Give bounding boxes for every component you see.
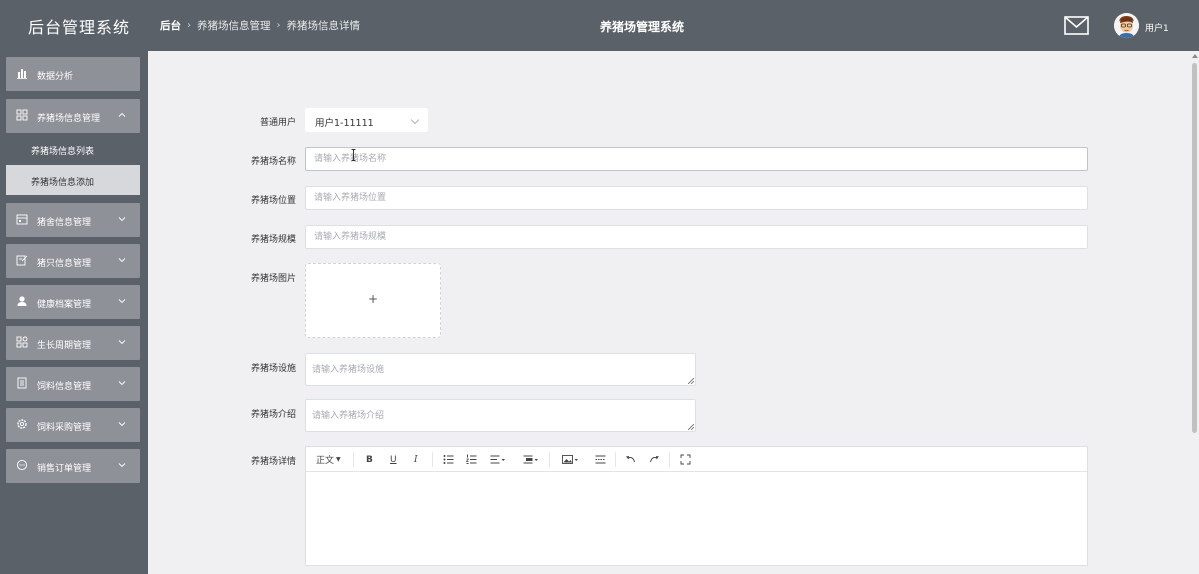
settings-icon	[17, 419, 27, 429]
farm-intro-textarea[interactable]	[305, 399, 696, 432]
toolbar-divider	[669, 452, 670, 467]
sidebar-item-data-analysis[interactable]: 数据分析	[6, 57, 140, 91]
scrollbar-thumb[interactable]	[1192, 63, 1197, 433]
chevron-down-icon	[118, 422, 126, 427]
undo-icon[interactable]	[625, 453, 636, 466]
edit-icon	[16, 255, 28, 266]
farm-details-label: 养猪场详情	[250, 457, 296, 467]
grid-icon	[16, 109, 28, 121]
align-dropdown-icon[interactable]	[490, 453, 506, 466]
sidebar-item-label: 数据分析	[37, 72, 74, 82]
plus-icon: +	[367, 292, 379, 306]
user-select[interactable]: 用户1-11111	[305, 108, 428, 132]
sidebar-item-label: 养猪场信息管理	[37, 114, 101, 124]
sidebar-subitem-farm-list[interactable]: 养猪场信息列表	[6, 134, 140, 164]
farm-scale-input[interactable]	[305, 225, 1088, 249]
fullscreen-icon[interactable]	[680, 453, 691, 466]
farm-intro-label: 养猪场介绍	[250, 410, 296, 420]
image-upload[interactable]: +	[305, 263, 441, 338]
sidebar-item-label: 猪只信息管理	[37, 259, 92, 269]
farm-facilities-label: 养猪场设施	[250, 364, 296, 374]
farm-location-input[interactable]	[305, 186, 1088, 210]
editor-body[interactable]	[306, 473, 1087, 565]
toolbar-divider	[353, 452, 354, 467]
sidebar-item-label: 销售订单管理	[37, 464, 92, 474]
bold-button[interactable]: B	[366, 453, 373, 466]
sidebar-item-label: 健康档案管理	[37, 300, 92, 310]
redo-icon[interactable]	[649, 453, 660, 466]
text-cursor-icon	[351, 149, 356, 161]
sidebar-item-feed-purchase[interactable]: 饲料采购管理	[6, 408, 140, 442]
chevron-down-icon	[118, 463, 126, 468]
toolbar-divider	[615, 452, 616, 467]
sidebar-subitem-label: 养猪场信息添加	[31, 178, 95, 188]
mail-icon[interactable]	[1064, 16, 1089, 35]
farm-scale-label: 养猪场规模	[250, 235, 296, 245]
format-dropdown[interactable]: 正文 ▼	[316, 453, 341, 466]
resize-grip-icon[interactable]	[688, 378, 694, 384]
user-icon	[17, 296, 27, 306]
top-header: 后台管理系统 后台 › 养猪场信息管理 › 养猪场信息详情 养猪场管理系统 用户…	[0, 0, 1199, 51]
chevron-down-icon	[118, 340, 126, 345]
chevron-down-icon	[410, 115, 420, 125]
user-label: 普通用户	[259, 118, 296, 128]
sidebar-item-pig[interactable]: 猪只信息管理	[6, 244, 140, 278]
image-dropdown-icon[interactable]	[562, 453, 579, 466]
farm-location-label: 养猪场位置	[250, 196, 296, 206]
username[interactable]: 用户1	[1145, 21, 1169, 34]
indent-dropdown-icon[interactable]	[523, 453, 539, 466]
sidebar-item-sales-order[interactable]: 销售订单管理	[6, 449, 140, 483]
caret-down-icon: ▼	[336, 456, 341, 463]
chevron-down-icon	[118, 217, 126, 222]
sidebar-item-growth[interactable]: 生长周期管理	[6, 326, 140, 360]
sidebar-item-feed[interactable]: 饲料信息管理	[6, 367, 140, 401]
farm-image-label: 养猪场图片	[250, 274, 296, 284]
sidebar-item-label: 猪舍信息管理	[37, 218, 92, 228]
document-icon	[17, 377, 27, 389]
sidebar-item-label: 饲料采购管理	[37, 423, 92, 433]
resize-grip-icon[interactable]	[688, 424, 694, 430]
chevron-up-icon	[118, 112, 126, 117]
sidebar-item-label: 饲料信息管理	[37, 382, 92, 392]
sidebar-item-label: 生长周期管理	[37, 341, 92, 351]
toolbar-divider	[432, 452, 433, 467]
farm-name-input[interactable]	[305, 147, 1088, 171]
chevron-down-icon	[118, 381, 126, 386]
bar-chart-icon	[17, 69, 27, 79]
italic-button[interactable]: I	[414, 453, 418, 466]
avatar[interactable]	[1114, 13, 1139, 38]
scrollbar[interactable]	[1190, 51, 1199, 574]
user-select-value: 用户1-11111	[315, 118, 374, 129]
farm-name-label: 养猪场名称	[250, 157, 296, 167]
sidebar-item-pigsty[interactable]: 猪舍信息管理	[6, 203, 140, 237]
sidebar-item-farm-info[interactable]: 养猪场信息管理	[6, 99, 140, 133]
sidebar-subitem-label: 养猪场信息列表	[31, 147, 95, 157]
calendar-icon	[16, 214, 28, 225]
sidebar-subitem-farm-add[interactable]: 养猪场信息添加	[6, 165, 140, 195]
scroll-up-icon[interactable]	[1192, 54, 1198, 58]
chevron-down-icon	[118, 258, 126, 263]
bullet-list-icon[interactable]	[443, 453, 454, 466]
apps-icon	[16, 336, 28, 348]
chevron-down-icon	[118, 299, 126, 304]
sidebar-item-health[interactable]: 健康档案管理	[6, 285, 140, 319]
underline-button[interactable]: U	[390, 453, 397, 466]
format-dropdown-label: 正文	[316, 456, 335, 466]
ordered-list-icon[interactable]	[466, 453, 477, 466]
divider-line-icon[interactable]	[595, 453, 606, 466]
sidebar: 数据分析 养猪场信息管理 养猪场信息列表 养猪场信息添加 猪舍信息管理 猪只信息…	[0, 51, 148, 574]
farm-facilities-textarea[interactable]	[305, 353, 696, 386]
toolbar-divider	[549, 452, 550, 467]
system-title: 养猪场管理系统	[599, 20, 684, 34]
chat-icon	[16, 459, 28, 471]
editor-toolbar: 正文 ▼ B U I	[306, 447, 1087, 472]
rich-text-editor[interactable]: 正文 ▼ B U I	[305, 446, 1088, 566]
avatar-face-icon	[1114, 13, 1139, 38]
